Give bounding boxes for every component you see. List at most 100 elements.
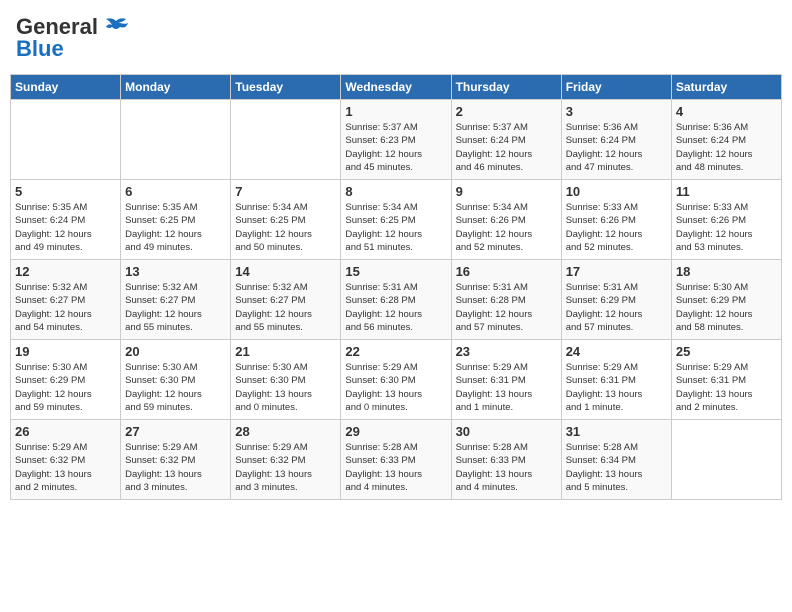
day-cell: 8 Sunrise: 5:34 AM Sunset: 6:25 PM Daylig… <box>341 180 451 260</box>
day-info: Sunrise: 5:33 AM Sunset: 6:26 PM Dayligh… <box>676 201 777 254</box>
day-number: 8 <box>345 184 446 199</box>
day-number: 3 <box>566 104 667 119</box>
day-number: 5 <box>15 184 116 199</box>
day-cell: 7 Sunrise: 5:34 AM Sunset: 6:25 PM Daylig… <box>231 180 341 260</box>
day-number: 28 <box>235 424 336 439</box>
day-number: 24 <box>566 344 667 359</box>
day-cell: 25Sunrise: 5:29 AM Sunset: 6:31 PM Dayli… <box>671 340 781 420</box>
day-info: Sunrise: 5:28 AM Sunset: 6:34 PM Dayligh… <box>566 441 667 494</box>
day-cell: 29 Sunrise: 5:28 AM Sunset: 6:33 PM Dayli… <box>341 420 451 500</box>
day-number: 29 <box>345 424 446 439</box>
day-number: 18 <box>676 264 777 279</box>
page-header: General Blue <box>10 10 782 66</box>
day-cell: 9Sunrise: 5:34 AM Sunset: 6:26 PM Daylig… <box>451 180 561 260</box>
day-info: Sunrise: 5:31 AM Sunset: 6:28 PM Dayligh… <box>345 281 446 334</box>
day-info: Sunrise: 5:29 AM Sunset: 6:31 PM Dayligh… <box>676 361 777 414</box>
day-number: 23 <box>456 344 557 359</box>
week-row-1: 1 Sunrise: 5:37 AM Sunset: 6:23 PM Daylig… <box>11 100 782 180</box>
day-info: Sunrise: 5:29 AM Sunset: 6:32 PM Dayligh… <box>125 441 226 494</box>
day-info: Sunrise: 5:36 AM Sunset: 6:24 PM Dayligh… <box>676 121 777 174</box>
day-info: Sunrise: 5:34 AM Sunset: 6:25 PM Dayligh… <box>345 201 446 254</box>
day-number: 31 <box>566 424 667 439</box>
day-number: 22 <box>345 344 446 359</box>
day-info: Sunrise: 5:35 AM Sunset: 6:25 PM Dayligh… <box>125 201 226 254</box>
header-sunday: Sunday <box>11 75 121 100</box>
day-info: Sunrise: 5:29 AM Sunset: 6:31 PM Dayligh… <box>456 361 557 414</box>
day-cell: 1 Sunrise: 5:37 AM Sunset: 6:23 PM Daylig… <box>341 100 451 180</box>
day-cell: 16 Sunrise: 5:31 AM Sunset: 6:28 PM Dayli… <box>451 260 561 340</box>
day-info: Sunrise: 5:31 AM Sunset: 6:28 PM Dayligh… <box>456 281 557 334</box>
logo-bird-icon <box>102 17 130 37</box>
calendar-table: SundayMondayTuesdayWednesdayThursdayFrid… <box>10 74 782 500</box>
day-cell: 22 Sunrise: 5:29 AM Sunset: 6:30 PM Dayli… <box>341 340 451 420</box>
day-cell: 3 Sunrise: 5:36 AM Sunset: 6:24 PM Daylig… <box>561 100 671 180</box>
day-cell: 6 Sunrise: 5:35 AM Sunset: 6:25 PM Daylig… <box>121 180 231 260</box>
day-number: 13 <box>125 264 226 279</box>
day-cell: 23 Sunrise: 5:29 AM Sunset: 6:31 PM Dayli… <box>451 340 561 420</box>
logo: General Blue <box>16 14 130 62</box>
week-row-2: 5Sunrise: 5:35 AM Sunset: 6:24 PM Daylig… <box>11 180 782 260</box>
day-info: Sunrise: 5:29 AM Sunset: 6:32 PM Dayligh… <box>15 441 116 494</box>
day-cell: 27 Sunrise: 5:29 AM Sunset: 6:32 PM Dayli… <box>121 420 231 500</box>
day-info: Sunrise: 5:30 AM Sunset: 6:30 PM Dayligh… <box>235 361 336 414</box>
week-row-4: 19Sunrise: 5:30 AM Sunset: 6:29 PM Dayli… <box>11 340 782 420</box>
day-number: 16 <box>456 264 557 279</box>
day-cell: 21 Sunrise: 5:30 AM Sunset: 6:30 PM Dayli… <box>231 340 341 420</box>
day-cell: 10 Sunrise: 5:33 AM Sunset: 6:26 PM Dayli… <box>561 180 671 260</box>
day-info: Sunrise: 5:37 AM Sunset: 6:24 PM Dayligh… <box>456 121 557 174</box>
day-number: 2 <box>456 104 557 119</box>
header-friday: Friday <box>561 75 671 100</box>
day-cell: 13 Sunrise: 5:32 AM Sunset: 6:27 PM Dayli… <box>121 260 231 340</box>
day-number: 14 <box>235 264 336 279</box>
day-cell: 28 Sunrise: 5:29 AM Sunset: 6:32 PM Dayli… <box>231 420 341 500</box>
day-number: 27 <box>125 424 226 439</box>
day-cell: 19Sunrise: 5:30 AM Sunset: 6:29 PM Dayli… <box>11 340 121 420</box>
day-cell: 5Sunrise: 5:35 AM Sunset: 6:24 PM Daylig… <box>11 180 121 260</box>
day-info: Sunrise: 5:32 AM Sunset: 6:27 PM Dayligh… <box>15 281 116 334</box>
day-cell: 20 Sunrise: 5:30 AM Sunset: 6:30 PM Dayli… <box>121 340 231 420</box>
day-number: 20 <box>125 344 226 359</box>
day-cell: 11 Sunrise: 5:33 AM Sunset: 6:26 PM Dayli… <box>671 180 781 260</box>
header-thursday: Thursday <box>451 75 561 100</box>
day-info: Sunrise: 5:34 AM Sunset: 6:25 PM Dayligh… <box>235 201 336 254</box>
day-number: 17 <box>566 264 667 279</box>
day-info: Sunrise: 5:32 AM Sunset: 6:27 PM Dayligh… <box>125 281 226 334</box>
day-cell <box>121 100 231 180</box>
day-number: 21 <box>235 344 336 359</box>
day-info: Sunrise: 5:30 AM Sunset: 6:30 PM Dayligh… <box>125 361 226 414</box>
day-cell <box>231 100 341 180</box>
day-number: 6 <box>125 184 226 199</box>
day-cell: 4Sunrise: 5:36 AM Sunset: 6:24 PM Daylig… <box>671 100 781 180</box>
day-info: Sunrise: 5:29 AM Sunset: 6:30 PM Dayligh… <box>345 361 446 414</box>
day-cell: 17 Sunrise: 5:31 AM Sunset: 6:29 PM Dayli… <box>561 260 671 340</box>
week-row-3: 12 Sunrise: 5:32 AM Sunset: 6:27 PM Dayli… <box>11 260 782 340</box>
header-wednesday: Wednesday <box>341 75 451 100</box>
header-monday: Monday <box>121 75 231 100</box>
day-info: Sunrise: 5:34 AM Sunset: 6:26 PM Dayligh… <box>456 201 557 254</box>
day-cell: 14Sunrise: 5:32 AM Sunset: 6:27 PM Dayli… <box>231 260 341 340</box>
day-number: 19 <box>15 344 116 359</box>
day-cell: 12 Sunrise: 5:32 AM Sunset: 6:27 PM Dayli… <box>11 260 121 340</box>
day-cell: 15 Sunrise: 5:31 AM Sunset: 6:28 PM Dayli… <box>341 260 451 340</box>
day-number: 1 <box>345 104 446 119</box>
day-cell <box>11 100 121 180</box>
day-number: 11 <box>676 184 777 199</box>
day-info: Sunrise: 5:28 AM Sunset: 6:33 PM Dayligh… <box>345 441 446 494</box>
day-info: Sunrise: 5:33 AM Sunset: 6:26 PM Dayligh… <box>566 201 667 254</box>
day-number: 12 <box>15 264 116 279</box>
day-info: Sunrise: 5:29 AM Sunset: 6:31 PM Dayligh… <box>566 361 667 414</box>
day-number: 10 <box>566 184 667 199</box>
day-info: Sunrise: 5:28 AM Sunset: 6:33 PM Dayligh… <box>456 441 557 494</box>
day-info: Sunrise: 5:29 AM Sunset: 6:32 PM Dayligh… <box>235 441 336 494</box>
week-row-5: 26Sunrise: 5:29 AM Sunset: 6:32 PM Dayli… <box>11 420 782 500</box>
day-info: Sunrise: 5:37 AM Sunset: 6:23 PM Dayligh… <box>345 121 446 174</box>
day-cell: 2 Sunrise: 5:37 AM Sunset: 6:24 PM Daylig… <box>451 100 561 180</box>
day-info: Sunrise: 5:31 AM Sunset: 6:29 PM Dayligh… <box>566 281 667 334</box>
day-info: Sunrise: 5:30 AM Sunset: 6:29 PM Dayligh… <box>676 281 777 334</box>
day-info: Sunrise: 5:36 AM Sunset: 6:24 PM Dayligh… <box>566 121 667 174</box>
day-number: 15 <box>345 264 446 279</box>
day-cell: 30Sunrise: 5:28 AM Sunset: 6:33 PM Dayli… <box>451 420 561 500</box>
header-saturday: Saturday <box>671 75 781 100</box>
day-number: 7 <box>235 184 336 199</box>
logo-blue: Blue <box>16 36 64 62</box>
